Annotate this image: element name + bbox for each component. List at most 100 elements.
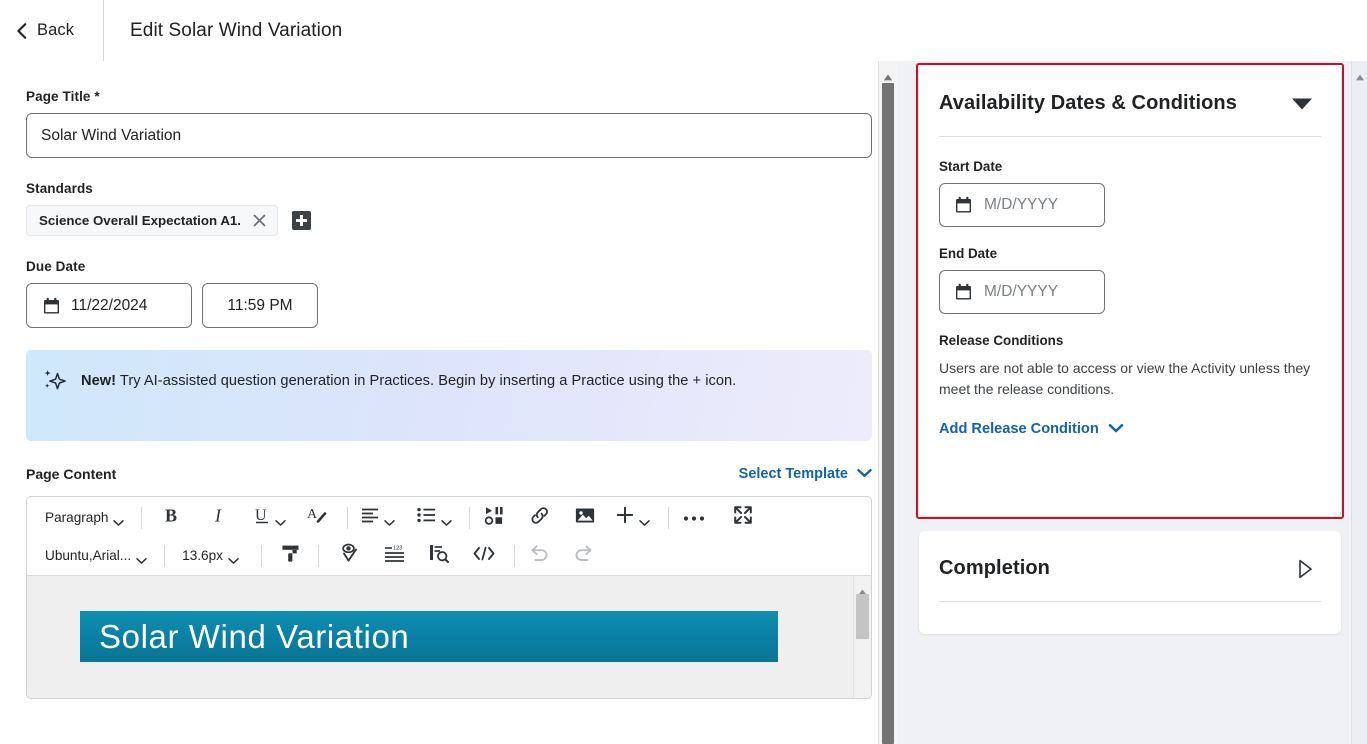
left-pane-scrollbar[interactable] xyxy=(878,61,897,744)
chevron-down-icon xyxy=(275,514,287,526)
start-date-label: Start Date xyxy=(939,159,1003,174)
rich-text-editor: Paragraph B I U A Ubuntu,Arial... 13.6px… xyxy=(26,496,872,699)
format-painter-icon xyxy=(281,544,300,568)
back-button[interactable]: Back xyxy=(0,0,104,61)
ai-banner-text: New! Try AI-assisted question generation… xyxy=(81,367,736,396)
standard-chip[interactable]: Science Overall Expectation A1. xyxy=(26,205,279,236)
insert-stuff-button[interactable] xyxy=(612,502,654,533)
redo-button[interactable] xyxy=(569,540,600,571)
plus-icon xyxy=(616,506,634,529)
due-date-row: 11/22/2024 11:59 PM xyxy=(26,283,858,328)
availability-body: Start Date M/D/YYYY End Date M/D/YYYY Re… xyxy=(919,137,1341,438)
redo-icon xyxy=(574,544,594,567)
insert-image-button[interactable] xyxy=(569,502,600,533)
release-conditions-description: Users are not able to access or view the… xyxy=(939,360,1311,397)
fullscreen-button[interactable] xyxy=(727,502,758,533)
end-date-label: End Date xyxy=(939,246,998,261)
end-date-placeholder: M/D/YYYY xyxy=(984,283,1059,300)
font-family-label: Ubuntu,Arial... xyxy=(45,548,132,563)
align-button[interactable] xyxy=(357,502,399,533)
svg-text:I: I xyxy=(214,506,222,525)
scroll-up-arrow-icon[interactable] xyxy=(1355,68,1365,81)
due-date-input[interactable]: 11/22/2024 xyxy=(26,283,192,328)
ai-banner-body: Try AI-assisted question generation in P… xyxy=(116,373,737,389)
start-date-input[interactable]: M/D/YYYY xyxy=(939,183,1105,227)
page-title-input[interactable] xyxy=(26,113,872,158)
page-title-label: Page Title * xyxy=(26,89,100,104)
right-pane-scrollbar[interactable] xyxy=(1351,61,1367,744)
scroll-up-arrow-icon[interactable] xyxy=(883,68,893,81)
triangle-right-icon[interactable] xyxy=(1298,559,1313,579)
chevron-down-icon xyxy=(441,514,453,526)
editor-content-area[interactable]: Solar Wind Variation xyxy=(27,575,871,698)
standards-chip-row: Science Overall Expectation A1. xyxy=(26,205,858,236)
accessibility-checker-button[interactable] xyxy=(334,540,365,571)
standards-label: Standards xyxy=(26,181,93,196)
svg-text:U: U xyxy=(255,507,267,524)
editor-scrollbar[interactable] xyxy=(853,576,871,698)
italic-button[interactable]: I xyxy=(204,502,235,533)
insert-link-button[interactable] xyxy=(524,502,555,533)
close-icon[interactable] xyxy=(251,212,268,229)
accessibility-check-icon xyxy=(339,543,359,568)
page-content-header: Page Content Select Template xyxy=(26,465,872,483)
calendar-icon xyxy=(955,196,972,214)
bullet-list-icon xyxy=(417,507,436,528)
triangle-down-icon[interactable] xyxy=(1291,97,1313,111)
availability-card-header[interactable]: Availability Dates & Conditions xyxy=(919,66,1341,115)
bold-icon: B xyxy=(165,505,180,530)
undo-icon xyxy=(529,544,549,567)
add-release-condition-label: Add Release Condition xyxy=(939,421,1099,437)
due-date-label: Due Date xyxy=(26,259,86,274)
preview-button[interactable] xyxy=(424,540,455,571)
completion-card-header[interactable]: Completion xyxy=(919,531,1341,580)
more-options-button[interactable] xyxy=(678,502,709,533)
font-size-label: 13.6px xyxy=(182,548,223,563)
underline-button[interactable]: U xyxy=(251,502,290,533)
ellipsis-icon xyxy=(683,509,705,527)
chevron-down-icon xyxy=(1108,420,1124,438)
release-conditions-label: Release Conditions xyxy=(939,333,1064,348)
font-size-select[interactable]: 13.6px xyxy=(174,540,247,571)
editor-toolbar-row-1: Paragraph B I U A xyxy=(27,497,871,536)
select-template-label: Select Template xyxy=(738,466,848,482)
text-color-button[interactable]: A xyxy=(302,502,333,533)
toolbar-divider xyxy=(164,544,166,567)
end-date-input[interactable]: M/D/YYYY xyxy=(939,270,1105,314)
paragraph-style-label: Paragraph xyxy=(45,510,109,525)
format-painter-button[interactable] xyxy=(275,540,306,571)
due-time-input[interactable]: 11:59 PM xyxy=(202,283,318,328)
svg-text:123: 123 xyxy=(393,545,402,551)
source-code-button[interactable] xyxy=(469,540,500,571)
font-family-select[interactable]: Ubuntu,Arial... xyxy=(37,540,155,571)
chevron-down-icon xyxy=(639,514,651,526)
chevron-down-icon xyxy=(384,514,396,526)
expand-icon xyxy=(733,505,753,530)
ai-info-banner: New! Try AI-assisted question generation… xyxy=(26,350,872,441)
word-count-button[interactable]: 123 xyxy=(379,540,410,571)
add-release-condition-button[interactable]: Add Release Condition xyxy=(939,420,1321,438)
list-button[interactable] xyxy=(413,502,456,533)
scroll-up-arrow-icon[interactable] xyxy=(858,582,867,595)
content-heading-banner: Solar Wind Variation xyxy=(80,611,778,662)
undo-button[interactable] xyxy=(524,540,555,571)
chevron-down-icon xyxy=(136,552,147,564)
add-standard-button[interactable] xyxy=(292,211,312,230)
start-date-placeholder: M/D/YYYY xyxy=(984,196,1059,213)
chevron-down-icon xyxy=(113,514,125,526)
back-label: Back xyxy=(37,21,75,39)
align-left-icon xyxy=(361,507,379,528)
toolbar-divider xyxy=(260,544,262,567)
toolbar-divider xyxy=(141,506,143,529)
bold-button[interactable]: B xyxy=(157,502,188,533)
left-pane-scrollbar-thumb[interactable] xyxy=(882,83,894,744)
word-count-icon: 123 xyxy=(384,544,405,567)
select-template-button[interactable]: Select Template xyxy=(739,465,872,483)
editor-scrollbar-thumb[interactable] xyxy=(856,594,869,639)
chevron-left-icon xyxy=(16,22,27,39)
toolbar-divider xyxy=(469,506,471,529)
due-date-value: 11/22/2024 xyxy=(71,296,148,314)
image-icon xyxy=(575,507,595,529)
insert-media-button[interactable] xyxy=(479,502,510,533)
paragraph-style-select[interactable]: Paragraph xyxy=(37,502,132,533)
